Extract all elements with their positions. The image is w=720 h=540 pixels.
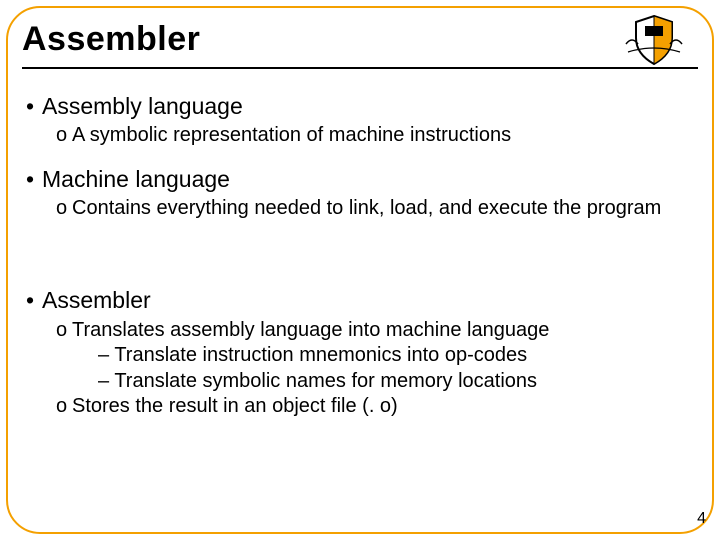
subbullet: oA symbolic representation of machine in… bbox=[56, 123, 694, 149]
slide: Assembler •Assembly language oA symbolic… bbox=[0, 0, 720, 540]
subbullet: oTranslates assembly language into machi… bbox=[56, 318, 694, 344]
bullet-label: Assembler bbox=[42, 287, 151, 313]
bullet-dot-icon: • bbox=[26, 286, 42, 315]
princeton-logo bbox=[614, 14, 694, 66]
title-row: Assembler bbox=[22, 20, 698, 69]
bullet-dot-icon: • bbox=[26, 92, 42, 121]
bullet-machine-language: •Machine language bbox=[26, 165, 694, 194]
subbullet-text: A symbolic representation of machine ins… bbox=[72, 124, 511, 146]
bullet-ring-icon: o bbox=[56, 394, 72, 420]
page-number: 4 bbox=[697, 510, 706, 528]
bullet-label: Machine language bbox=[42, 166, 230, 192]
bullet-ring-icon: o bbox=[56, 318, 72, 344]
bullet-ring-icon: o bbox=[56, 196, 72, 222]
sub-subbullet: – Translate instruction mnemonics into o… bbox=[98, 343, 694, 369]
bullet-assembly-language: •Assembly language bbox=[26, 92, 694, 121]
bullet-assembler: •Assembler bbox=[26, 286, 694, 315]
bullet-ring-icon: o bbox=[56, 123, 72, 149]
bullet-label: Assembly language bbox=[42, 93, 243, 119]
subbullet-text: Contains everything needed to link, load… bbox=[72, 197, 661, 219]
subbullet: oContains everything needed to link, loa… bbox=[56, 196, 694, 222]
subbullet-text: Stores the result in an object file (. o… bbox=[72, 395, 398, 417]
subbullet: oStores the result in an object file (. … bbox=[56, 394, 694, 420]
slide-body: •Assembly language oA symbolic represent… bbox=[26, 86, 694, 512]
sub-subbullet: – Translate symbolic names for memory lo… bbox=[98, 369, 694, 395]
bullet-dot-icon: • bbox=[26, 165, 42, 194]
slide-title: Assembler bbox=[22, 20, 698, 59]
subbullet-text: Translates assembly language into machin… bbox=[72, 319, 549, 341]
